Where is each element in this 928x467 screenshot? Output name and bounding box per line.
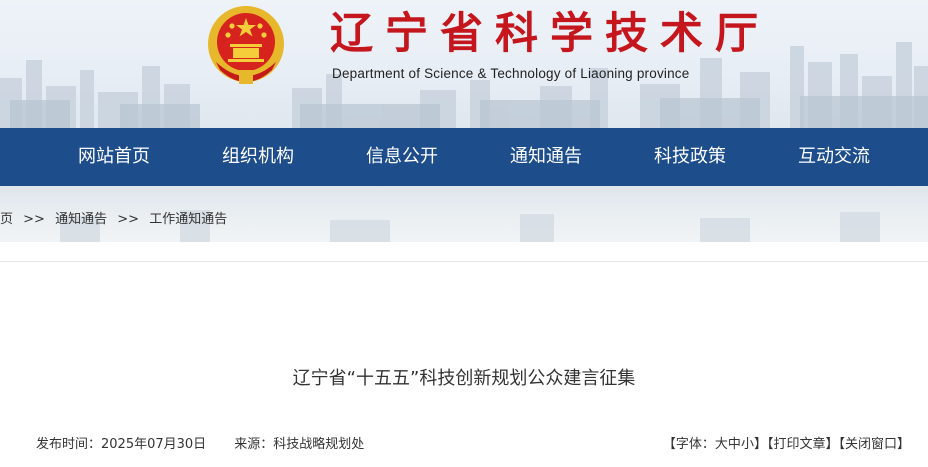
- publish-date: 2025年07月30日: [101, 437, 207, 452]
- article-tools: 【字体：大中小】【打印文章】【关闭窗口】: [663, 433, 910, 452]
- nav-item-info-disclosure[interactable]: 信息公开: [366, 128, 438, 186]
- divider: [0, 261, 928, 262]
- breadcrumb-work-notices-link[interactable]: 工作通知通告: [149, 212, 227, 227]
- font-size-bracket: 】: [753, 437, 767, 452]
- publish-date-label: 发布时间：: [36, 437, 102, 452]
- site-title: 辽宁省科学技术厅: [330, 9, 770, 59]
- breadcrumb-notices-link[interactable]: 通知通告: [55, 212, 107, 227]
- nav-item-tech-policy[interactable]: 科技政策: [654, 128, 726, 186]
- font-medium-button[interactable]: 中: [728, 437, 741, 452]
- nav-item-organization[interactable]: 组织机构: [222, 128, 294, 186]
- breadcrumb: 页 >> 通知通告 >> 工作通知通告: [0, 208, 233, 227]
- font-size-label: 【字体：: [662, 437, 715, 452]
- close-window-button[interactable]: 【关闭窗口】: [838, 437, 910, 452]
- nav-item-interaction[interactable]: 互动交流: [798, 128, 870, 186]
- nav-item-home[interactable]: 网站首页: [78, 128, 150, 186]
- article-title: 辽宁省“十五五”科技创新规划公众建言征集: [292, 368, 636, 389]
- breadcrumb-separator: >>: [117, 212, 140, 227]
- breadcrumb-separator: >>: [23, 212, 45, 227]
- site-subtitle: Department of Science & Technology of Li…: [332, 66, 690, 81]
- font-large-button[interactable]: 大: [715, 437, 728, 452]
- source-label: 来源：: [234, 437, 274, 452]
- article-source: 科技战略规划处: [273, 437, 365, 452]
- main-nav: 网站首页 组织机构 信息公开 通知通告 科技政策 互动交流: [0, 128, 928, 186]
- font-small-button[interactable]: 小: [741, 437, 754, 452]
- breadcrumb-home-link[interactable]: 页: [0, 212, 13, 227]
- national-emblem-icon: [208, 6, 284, 84]
- print-article-button[interactable]: 【打印文章】: [767, 437, 839, 452]
- site-header: 辽宁省科学技术厅 Department of Science & Technol…: [0, 0, 928, 128]
- nav-item-notices[interactable]: 通知通告: [510, 128, 582, 186]
- article-meta: 发布时间：2025年07月30日 来源：科技战略规划处: [36, 433, 364, 452]
